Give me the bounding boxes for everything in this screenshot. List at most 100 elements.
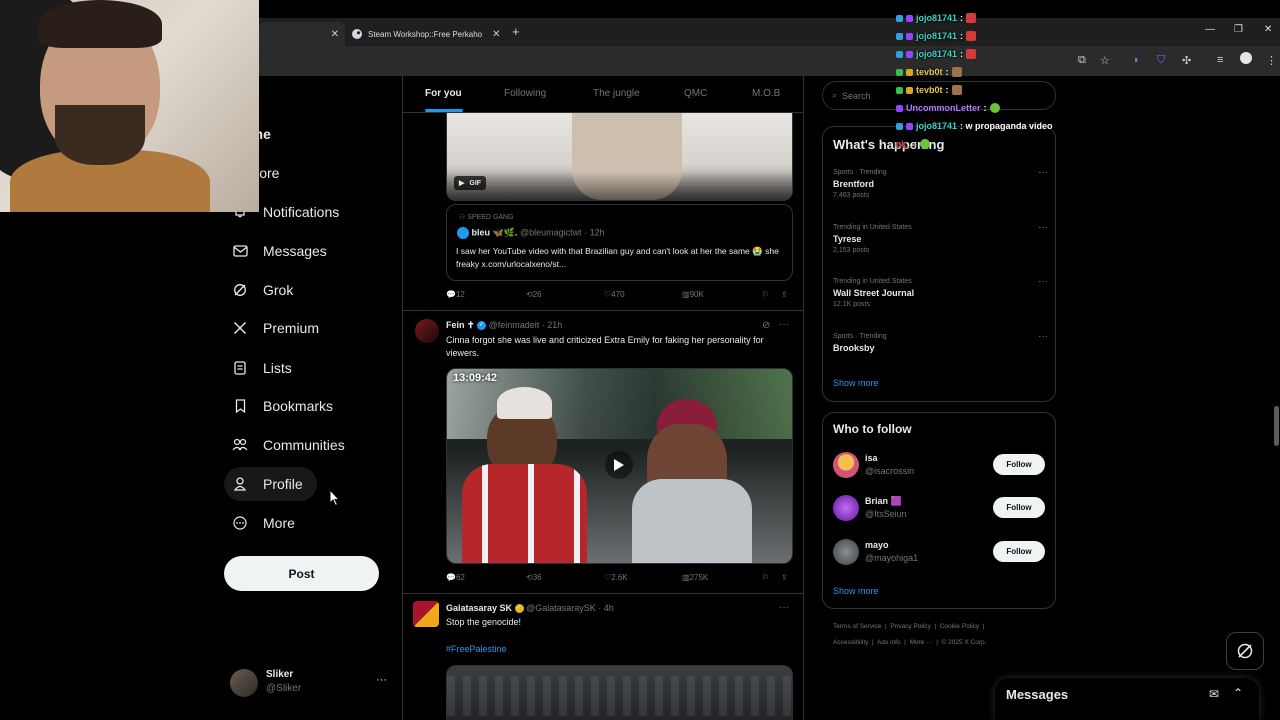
minimize-icon[interactable]: — — [1205, 24, 1215, 35]
community-name: SPEED GANG — [467, 214, 514, 221]
image-media[interactable] — [446, 665, 793, 720]
show-more-link[interactable]: Show more — [833, 378, 879, 388]
browser-tab-active[interactable]: ✕ — [259, 22, 345, 46]
nav-item-premium[interactable]: Premium — [224, 311, 333, 345]
reply-button[interactable]: 💬 62 — [446, 573, 465, 582]
cookie-link[interactable]: Cookie Policy — [940, 623, 979, 630]
avatar[interactable] — [413, 601, 439, 627]
more-link[interactable]: More ··· — [909, 639, 932, 646]
close-tab-icon[interactable]: ✕ — [492, 29, 500, 40]
trend-item[interactable]: Sports · Trending Brentford 7,463 posts … — [833, 167, 1048, 199]
search-input[interactable]: Search — [842, 91, 871, 101]
share-icon[interactable]: ⇪ — [781, 573, 788, 582]
hashtag-link[interactable]: #FreePalestine — [446, 644, 507, 654]
follow-suggestion[interactable]: Brian 🟪 @ItsSeiun Follow — [833, 494, 1045, 524]
new-message-icon[interactable]: ✉ — [1209, 687, 1219, 701]
more-options-icon[interactable]: ··· — [1038, 167, 1048, 178]
more-options-icon[interactable]: ··· — [779, 602, 789, 613]
page-scrollbar[interactable] — [1274, 406, 1279, 446]
verified-badge-icon: ✓ — [477, 321, 487, 331]
repost-button[interactable]: ⟲ 36 — [526, 573, 542, 582]
follow-suggestion[interactable]: isa @isacrossin Follow — [833, 451, 1045, 481]
reply-button[interactable]: 💬 12 — [446, 290, 465, 299]
quoted-post[interactable]: ⚇ SPEED GANG bleu 🦋🌿. @bleumagictwt · 12… — [446, 204, 793, 281]
suggestion-name: isa — [865, 453, 878, 463]
tab-mob[interactable]: M.O.B — [752, 88, 780, 99]
video-media[interactable]: 13:09:42 — [446, 368, 793, 564]
more-options-icon[interactable]: ··· — [1038, 222, 1048, 233]
avatar[interactable] — [1240, 52, 1252, 64]
nav-item-grok[interactable]: Grok — [224, 273, 307, 307]
privacy-link[interactable]: Privacy Policy — [890, 623, 930, 630]
extension-icon[interactable]: ◗ — [1133, 54, 1140, 66]
trend-item[interactable]: Trending in United States Wall Street Jo… — [833, 276, 1048, 308]
badge-icon — [906, 32, 913, 40]
show-more-link[interactable]: Show more — [833, 586, 879, 596]
reading-list-icon[interactable]: ≡ — [1217, 54, 1223, 66]
views-button[interactable]: ▥ 275K — [682, 573, 708, 582]
more-options-icon[interactable]: ··· — [779, 319, 789, 330]
shield-icon[interactable]: ⛉ — [1157, 54, 1165, 67]
author-name[interactable]: Galatasaray SK — [446, 603, 512, 613]
browser-tab-steam[interactable]: Steam Workshop::Free Perkaho ✕ — [352, 22, 502, 46]
accessibility-link[interactable]: Accessibility — [833, 639, 868, 646]
nav-item-bookmarks[interactable]: Bookmarks — [224, 389, 347, 423]
author-name[interactable]: Fein ✝ — [446, 320, 475, 330]
avatar[interactable] — [415, 319, 439, 343]
trend-title: Wall Street Journal — [833, 288, 915, 298]
messages-drawer[interactable]: Messages ✉ ⌃ — [995, 678, 1259, 720]
close-tab-icon[interactable]: ✕ — [331, 29, 339, 40]
trend-item[interactable]: Trending in United States Tyrese 2,153 p… — [833, 222, 1048, 254]
avatar — [833, 495, 859, 521]
gif-badge: ▶ GIF — [454, 176, 487, 190]
follow-suggestion[interactable]: mayo @mayohiga1 Follow — [833, 538, 1045, 568]
author-handle[interactable]: @feinmadeit — [489, 320, 540, 330]
more-circle-icon — [232, 515, 248, 531]
puzzle-icon[interactable]: ✣ — [1182, 54, 1191, 67]
restore-icon[interactable]: ❐ — [1234, 24, 1243, 35]
bookmark-icon[interactable]: ⚐ — [762, 290, 769, 299]
trend-context: Trending in United States — [833, 224, 912, 231]
nav-item-messages[interactable]: Messages — [224, 234, 341, 268]
ads-info-link[interactable]: Ads info — [877, 639, 901, 646]
kebab-menu-icon[interactable]: ⋮ — [1266, 54, 1277, 67]
author-handle[interactable]: @GalatasaraySK — [526, 603, 596, 613]
tab-qmc[interactable]: QMC — [684, 88, 707, 99]
tab-following[interactable]: Following — [504, 88, 546, 99]
grok-icon[interactable]: ⊘ — [762, 320, 770, 331]
tab-for-you[interactable]: For you — [425, 88, 462, 99]
nav-item-lists[interactable]: Lists — [224, 351, 306, 385]
close-window-icon[interactable]: ✕ — [1264, 24, 1272, 35]
follow-button[interactable]: Follow — [993, 497, 1045, 518]
tab-the-jungle[interactable]: The jungle — [593, 88, 640, 99]
nav-item-more[interactable]: More — [224, 506, 309, 540]
trend-item[interactable]: Sports · Trending Brooksby ··· — [833, 331, 1048, 353]
follow-button[interactable]: Follow — [993, 541, 1045, 562]
new-tab-button[interactable]: + — [512, 24, 520, 39]
gif-media[interactable]: ▶ GIF — [446, 112, 793, 201]
nav-item-communities[interactable]: Communities — [224, 428, 359, 462]
play-button[interactable] — [605, 451, 633, 479]
like-button[interactable]: ♡ 2.6K — [604, 573, 628, 582]
more-options-icon[interactable]: ··· — [376, 674, 387, 686]
chevron-up-icon[interactable]: ⌃ — [1233, 686, 1243, 700]
cast-icon[interactable]: ⧉ — [1078, 54, 1086, 67]
trend-context: Trending in United States — [833, 278, 912, 285]
terms-link[interactable]: Terms of Service — [833, 623, 881, 630]
more-options-icon[interactable]: ··· — [1038, 276, 1048, 287]
star-icon[interactable]: ☆ — [1100, 54, 1110, 67]
bookmark-icon[interactable]: ⚐ — [762, 573, 769, 582]
more-options-icon[interactable]: ··· — [1038, 331, 1048, 342]
repost-button[interactable]: ⟲ 26 — [526, 290, 542, 299]
view-count: 90K — [689, 290, 704, 299]
steam-icon — [352, 29, 362, 39]
grok-floating-button[interactable] — [1226, 632, 1264, 670]
grok-icon — [1237, 643, 1253, 659]
nav-item-profile[interactable]: Profile — [224, 467, 317, 501]
views-button[interactable]: ▥ 90K — [682, 290, 704, 299]
share-icon[interactable]: ⇪ — [781, 290, 788, 299]
post-button[interactable]: Post — [224, 556, 379, 591]
account-switcher[interactable]: Sliker @Sliker ··· — [230, 668, 390, 698]
like-button[interactable]: ♡ 470 — [604, 290, 625, 299]
follow-button[interactable]: Follow — [993, 454, 1045, 475]
